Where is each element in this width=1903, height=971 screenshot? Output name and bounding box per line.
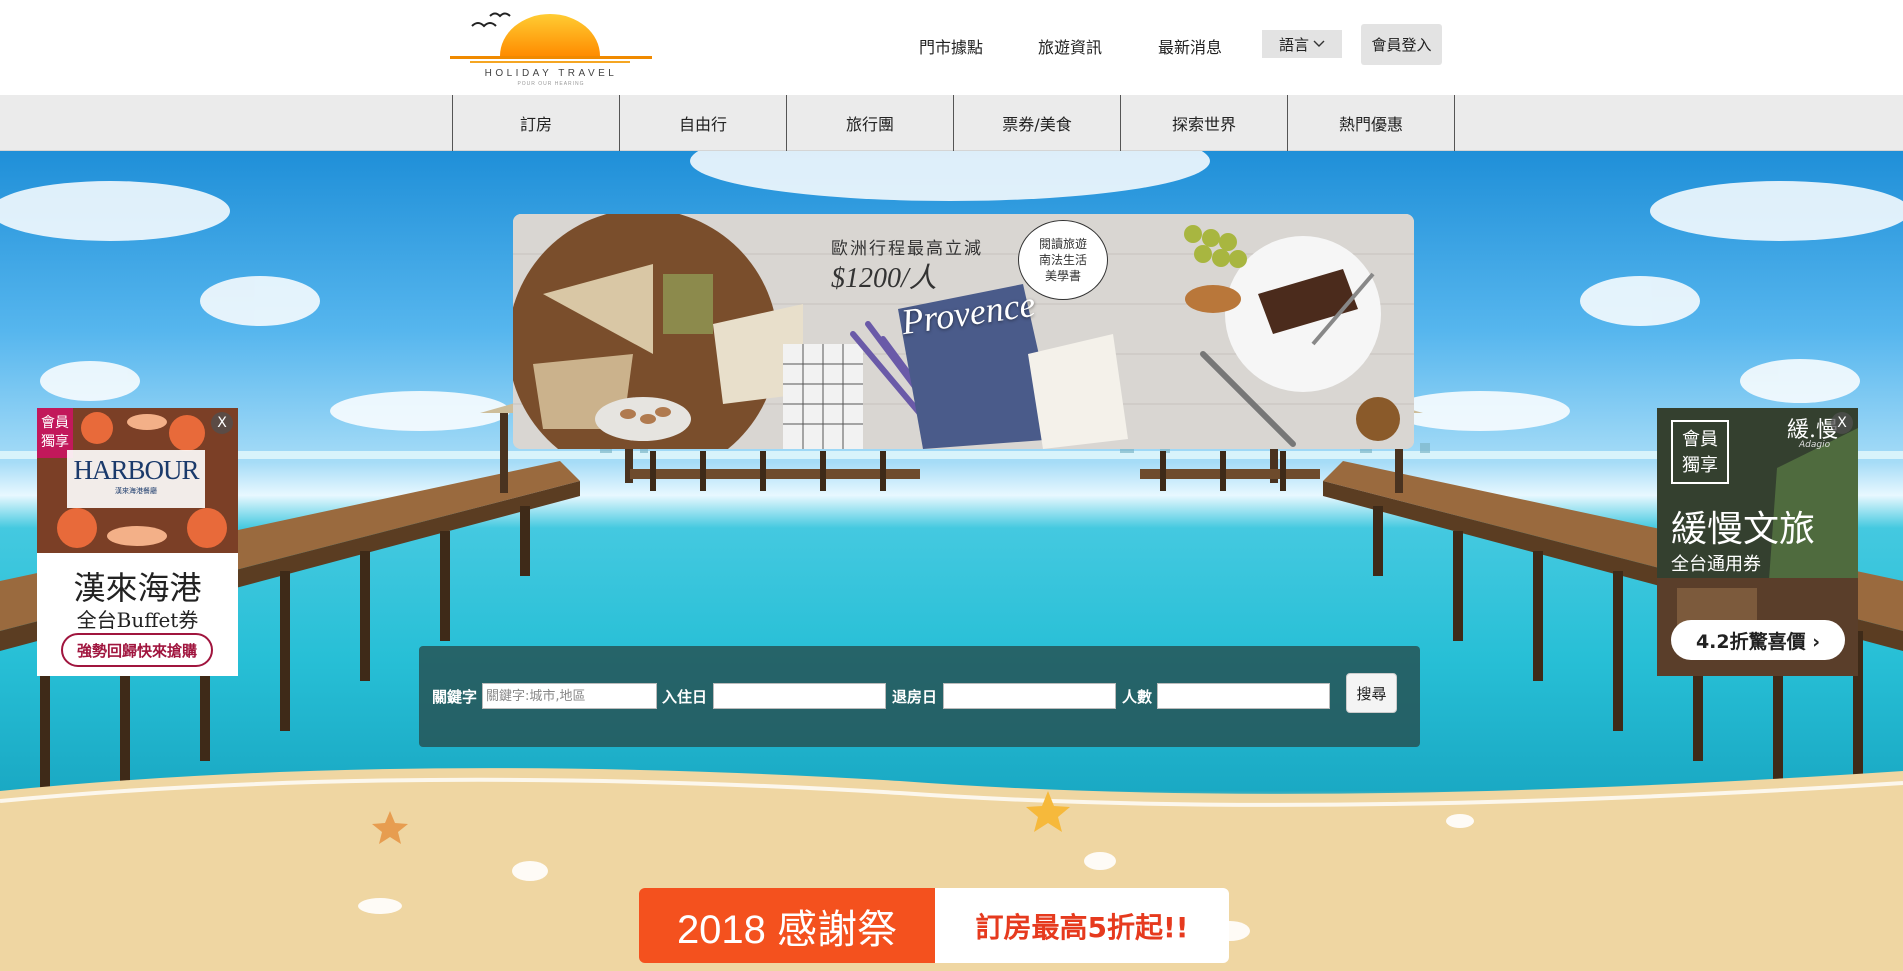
- holiday-travel-logo[interactable]: HOLIDAY TRAVEL POUR OUR HEARING: [450, 6, 652, 90]
- sunset-logo-icon: [450, 12, 652, 63]
- banner-price: $1200/人: [831, 263, 937, 294]
- guests-label: 人數: [1122, 688, 1153, 706]
- guests-input[interactable]: [1157, 683, 1330, 709]
- logo-text: HOLIDAY TRAVEL: [484, 68, 618, 79]
- harbour-brand-sub: 漢來海港餐廳: [115, 487, 157, 495]
- keyword-input[interactable]: [482, 683, 657, 709]
- badge-text: 會員獨享: [1682, 429, 1718, 476]
- member-exclusive-badge: 會員獨享: [1671, 420, 1729, 484]
- language-label: 語言: [1278, 35, 1309, 54]
- checkin-label: 入住日: [662, 688, 708, 706]
- close-icon[interactable]: X: [211, 412, 233, 434]
- search-button[interactable]: 搜尋: [1346, 673, 1397, 713]
- badge-text: 會員獨享: [41, 415, 69, 450]
- chevron-down-icon: [1313, 40, 1325, 47]
- ad-left-cta-button[interactable]: 強勢回歸快來搶購: [61, 633, 213, 667]
- badge-line: 南法生活: [1038, 253, 1087, 267]
- hero-beach-background: 歐洲行程最高立減 $1200/人 閱讀旅遊 南法生活 美學書 Provence …: [0, 151, 1903, 971]
- ad-left-title: 漢來海港: [73, 569, 202, 607]
- checkout-label: 退房日: [892, 688, 938, 706]
- nav-item-tour-group[interactable]: 旅行團: [787, 95, 954, 151]
- close-icon[interactable]: X: [1831, 412, 1853, 434]
- nav-item-explore-world[interactable]: 探索世界: [1121, 95, 1288, 151]
- ad-right-subtitle: 全台通用券: [1671, 554, 1761, 575]
- site-header: HOLIDAY TRAVEL POUR OUR HEARING 門市據點 旅遊資…: [0, 0, 1903, 95]
- checkout-input[interactable]: [943, 683, 1116, 709]
- main-nav: 訂房 自由行 旅行團 票券/美食 探索世界 熱門優惠: [0, 95, 1903, 151]
- top-link-news[interactable]: 最新消息: [1158, 34, 1222, 58]
- ad-right-cta-button[interactable]: 4.2折驚喜價 ›: [1671, 620, 1845, 660]
- nav-item-hot-deals[interactable]: 熱門優惠: [1288, 95, 1455, 151]
- top-link-travel-info[interactable]: 旅遊資訊: [1038, 34, 1102, 58]
- nav-item-hotel[interactable]: 訂房: [453, 95, 620, 151]
- promo-banner[interactable]: 歐洲行程最高立減 $1200/人 閱讀旅遊 南法生活 美學書 Provence: [513, 214, 1414, 449]
- side-ad-adagio[interactable]: 會員獨享 緩.慢 Adagio X 緩慢文旅 全台通用券 4.2折驚喜價 ›: [1657, 408, 1858, 676]
- ad-left-subtitle: 全台Buffet券: [76, 608, 199, 632]
- nav-item-tickets-food[interactable]: 票券/美食: [954, 95, 1121, 151]
- badge-line: 美學書: [1044, 269, 1081, 283]
- side-ad-harbour[interactable]: 會員獨享 HARBOUR 漢來海港餐廳 X 漢來海港 全台Buffet券 強勢回…: [37, 408, 238, 676]
- badge-line: 閱讀旅遊: [1038, 237, 1087, 251]
- promo-festival-label[interactable]: 2018 感謝祭: [639, 888, 935, 963]
- checkin-input[interactable]: [713, 683, 886, 709]
- nav-item-free-travel[interactable]: 自由行: [620, 95, 787, 151]
- keyword-label: 關鍵字: [432, 688, 478, 706]
- logo-subtext: POUR OUR HEARING: [517, 81, 585, 87]
- hotel-search-bar: 關鍵字 入住日 退房日 人數 搜尋: [419, 646, 1420, 747]
- member-login-button[interactable]: 會員登入: [1361, 24, 1442, 65]
- harbour-brand-name: HARBOUR: [73, 455, 199, 485]
- adagio-logo-sub: Adagio: [1799, 440, 1831, 450]
- promo-discount-label[interactable]: 訂房最高5折起!!: [935, 888, 1229, 963]
- top-link-stores[interactable]: 門市據點: [919, 34, 983, 58]
- ad-right-title: 緩慢文旅: [1671, 509, 1816, 550]
- language-dropdown[interactable]: 語言: [1262, 30, 1342, 58]
- harbour-brand-box: HARBOUR 漢來海港餐廳: [67, 450, 205, 508]
